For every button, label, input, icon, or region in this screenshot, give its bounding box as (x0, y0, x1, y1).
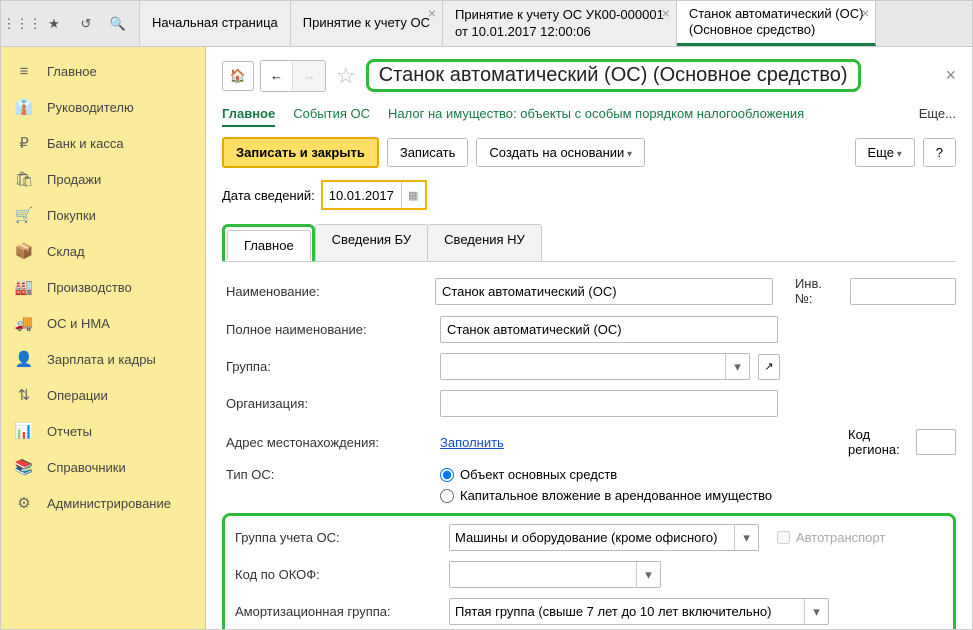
close-icon[interactable]: × (428, 5, 436, 23)
date-highlight: ▦ (321, 180, 427, 210)
person-icon: 👔 (15, 98, 33, 116)
more-button[interactable]: Еще (855, 138, 915, 167)
dropdown-icon[interactable]: ▾ (804, 599, 828, 624)
address-label: Адрес местонахождения: (222, 435, 432, 450)
favorite-star-icon[interactable]: ☆ (336, 63, 356, 89)
radio-input[interactable] (440, 468, 454, 482)
radio-main-asset[interactable]: Объект основных средств (440, 467, 772, 482)
radio-input[interactable] (440, 489, 454, 503)
tab-label: Принятие к учету ОС УК00-000001 (455, 7, 664, 23)
auto-checkbox: Автотранспорт (777, 530, 885, 545)
inv-no-input[interactable] (850, 278, 956, 305)
name-label: Наименование: (222, 284, 427, 299)
ops-icon: ⇅ (15, 386, 33, 404)
group-label: Группа: (222, 359, 432, 374)
date-input[interactable] (323, 184, 401, 207)
box-icon: 📦 (15, 242, 33, 260)
sidebar-item-manager[interactable]: 👔Руководителю (1, 89, 205, 125)
tab-label: Принятие к учету ОС (303, 15, 430, 31)
menu-icon: ≡ (15, 62, 33, 80)
sidebar-item-sales[interactable]: 🛍Продажи (1, 161, 205, 197)
book-icon: 📚 (15, 458, 33, 476)
create-based-button[interactable]: Создать на основании (476, 138, 645, 167)
sidebar-item-admin[interactable]: ⚙Администрирование (1, 485, 205, 521)
acct-group-label: Группа учета ОС: (231, 530, 441, 545)
region-code-label: Код региона: (848, 427, 908, 457)
save-button[interactable]: Записать (387, 138, 469, 167)
chart-icon: 📊 (15, 422, 33, 440)
dropdown-icon[interactable]: ▾ (636, 562, 660, 587)
tab-label: Станок автоматический (ОС) (689, 6, 864, 22)
amort-group-label: Амортизационная группа: (231, 604, 441, 619)
radio-capital-investment[interactable]: Капитальное вложение в арендованное имущ… (440, 488, 772, 503)
tab-acceptance-doc[interactable]: Принятие к учету ОС УК00-000001от 10.01.… (443, 1, 677, 46)
tab-label: Начальная страница (152, 15, 278, 31)
forward-button: → (293, 61, 325, 91)
sidebar-item-warehouse[interactable]: 📦Склад (1, 233, 205, 269)
region-code-input[interactable] (916, 429, 956, 455)
search-icon[interactable]: 🔍 (103, 9, 133, 39)
amort-group-input[interactable] (450, 599, 804, 624)
okof-input[interactable] (450, 562, 636, 587)
apps-icon[interactable]: ⋮⋮⋮ (7, 9, 37, 39)
cart-icon: 🛒 (15, 206, 33, 224)
org-input[interactable] (440, 390, 778, 417)
star-icon[interactable]: ★ (39, 9, 69, 39)
acct-group-input[interactable] (450, 525, 734, 550)
page-title: Станок автоматический (ОС) (Основное сре… (379, 64, 848, 86)
sidebar-item-dictionaries[interactable]: 📚Справочники (1, 449, 205, 485)
full-name-label: Полное наименование: (222, 322, 432, 337)
back-button[interactable]: ← (261, 61, 293, 91)
open-icon[interactable]: ↗ (758, 354, 780, 380)
tab-sublabel: от 10.01.2017 12:00:06 (455, 24, 664, 40)
inner-tab-main[interactable]: Главное (227, 230, 311, 260)
user-icon: 👤 (15, 350, 33, 368)
gear-icon: ⚙ (15, 494, 33, 512)
bag-icon: 🛍 (15, 170, 33, 188)
tab-asset[interactable]: Станок автоматический (ОС)(Основное сред… (677, 1, 877, 46)
date-label: Дата сведений: (222, 188, 315, 203)
ruble-icon: ₽ (15, 134, 33, 152)
history-icon[interactable]: ↺ (71, 9, 101, 39)
sidebar-item-main[interactable]: ≡Главное (1, 53, 205, 89)
inner-tab-bu[interactable]: Сведения БУ (315, 224, 429, 261)
close-button[interactable]: × (945, 65, 956, 86)
sidebar-item-operations[interactable]: ⇅Операции (1, 377, 205, 413)
title-highlight: Станок автоматический (ОС) (Основное сре… (366, 59, 861, 92)
sidebar-item-purchases[interactable]: 🛒Покупки (1, 197, 205, 233)
highlight-section: Группа учета ОС: ▾ Автотранспорт Код по … (222, 513, 956, 629)
dropdown-icon[interactable]: ▾ (734, 525, 758, 550)
group-input[interactable] (441, 354, 725, 379)
truck-icon: 🚚 (15, 314, 33, 332)
name-input[interactable] (435, 278, 773, 305)
tab-acceptance[interactable]: Принятие к учету ОС× (291, 1, 443, 46)
inv-no-label: Инв. №: (795, 276, 842, 306)
sidebar-item-bank[interactable]: ₽Банк и касса (1, 125, 205, 161)
sidebar-item-hr[interactable]: 👤Зарплата и кадры (1, 341, 205, 377)
section-tab-more[interactable]: Еще... (919, 106, 956, 121)
sidebar-item-production[interactable]: 🏭Производство (1, 269, 205, 305)
org-label: Организация: (222, 396, 432, 411)
sidebar-item-assets[interactable]: 🚚ОС и НМА (1, 305, 205, 341)
section-tab-tax[interactable]: Налог на имущество: объекты с особым пор… (388, 102, 804, 125)
dropdown-icon[interactable]: ▾ (725, 354, 749, 379)
os-type-label: Тип ОС: (222, 467, 432, 482)
section-tab-main[interactable]: Главное (222, 102, 275, 127)
help-button[interactable]: ? (923, 138, 956, 167)
section-tab-events[interactable]: События ОС (293, 102, 370, 125)
home-button[interactable]: 🏠 (222, 61, 254, 91)
factory-icon: 🏭 (15, 278, 33, 296)
calendar-icon[interactable]: ▦ (401, 182, 425, 208)
save-close-button[interactable]: Записать и закрыть (222, 137, 379, 168)
full-name-input[interactable] (440, 316, 778, 343)
close-icon[interactable]: × (662, 5, 670, 23)
tab-sublabel: (Основное средство) (689, 22, 864, 38)
sidebar-item-reports[interactable]: 📊Отчеты (1, 413, 205, 449)
okof-label: Код по ОКОФ: (231, 567, 441, 582)
close-icon[interactable]: × (861, 5, 869, 23)
fill-link[interactable]: Заполнить (440, 435, 504, 450)
tab-start-page[interactable]: Начальная страница (140, 1, 291, 46)
inner-tab-nu[interactable]: Сведения НУ (427, 224, 542, 261)
sidebar: ≡Главное 👔Руководителю ₽Банк и касса 🛍Пр… (1, 47, 206, 629)
